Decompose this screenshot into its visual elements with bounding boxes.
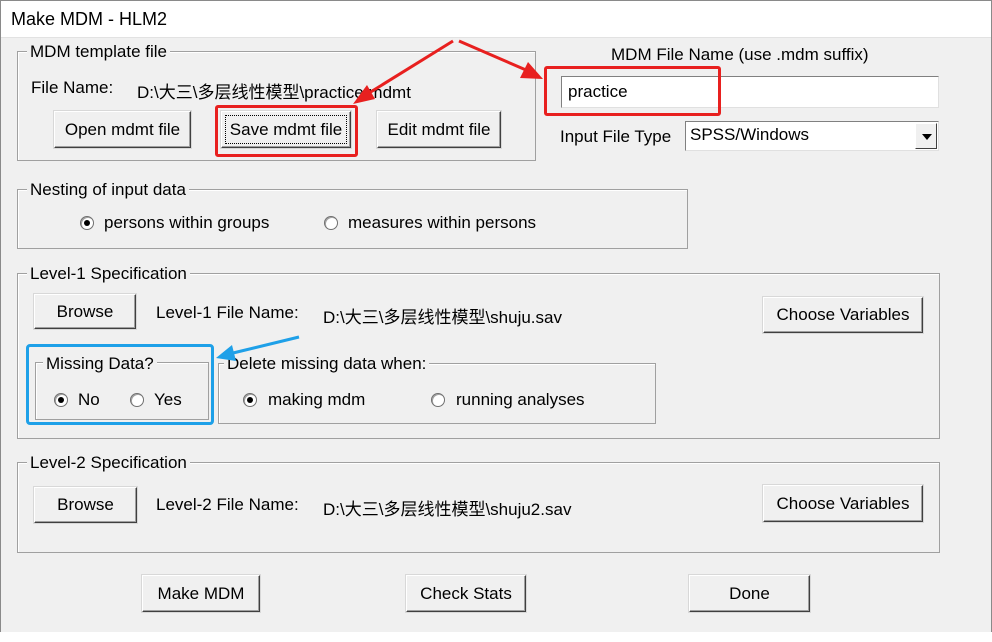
arrow-to-missing-head <box>216 345 236 361</box>
make-mdm-dialog: Make MDM - HLM2 MDM template file File N… <box>0 0 992 634</box>
arrow-to-filename <box>458 39 527 72</box>
annotation-arrows <box>216 39 543 361</box>
arrow-to-missing <box>232 335 300 355</box>
background-document-strip <box>0 632 992 642</box>
arrow-to-save <box>368 39 454 95</box>
arrow-to-save-head <box>353 85 375 104</box>
